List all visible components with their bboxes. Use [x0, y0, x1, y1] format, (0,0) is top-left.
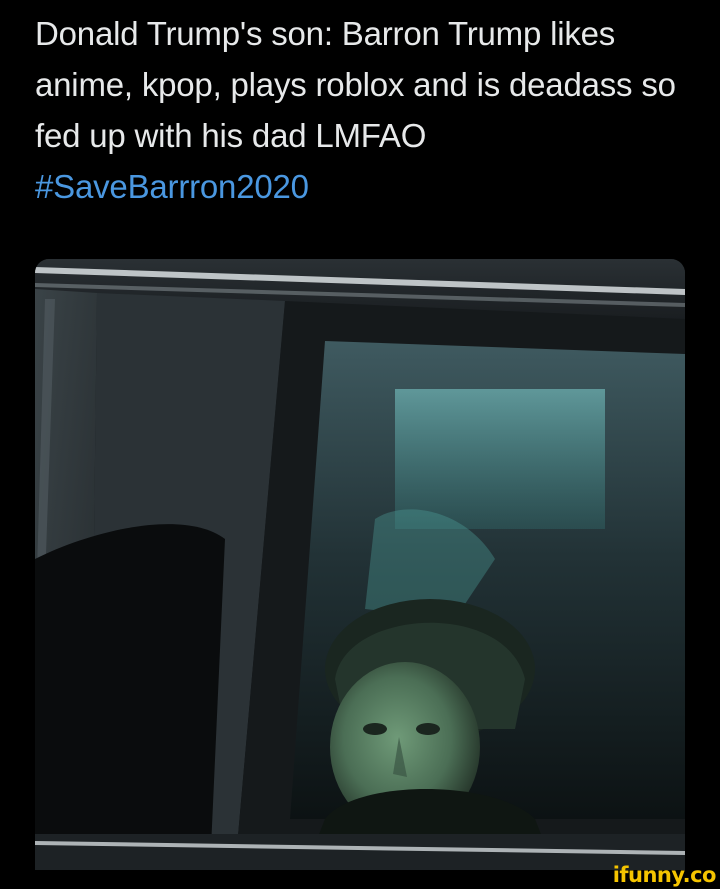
- attached-photo[interactable]: [35, 259, 685, 870]
- ifunny-watermark: ifunny.co: [612, 863, 717, 887]
- tweet-text: Donald Trump's son: Barron Trump likes a…: [35, 8, 695, 212]
- tweet-body: Donald Trump's son: Barron Trump likes a…: [35, 15, 676, 154]
- car-window-photo: [35, 259, 685, 870]
- hashtag-link[interactable]: #SaveBarrron2020: [35, 168, 309, 205]
